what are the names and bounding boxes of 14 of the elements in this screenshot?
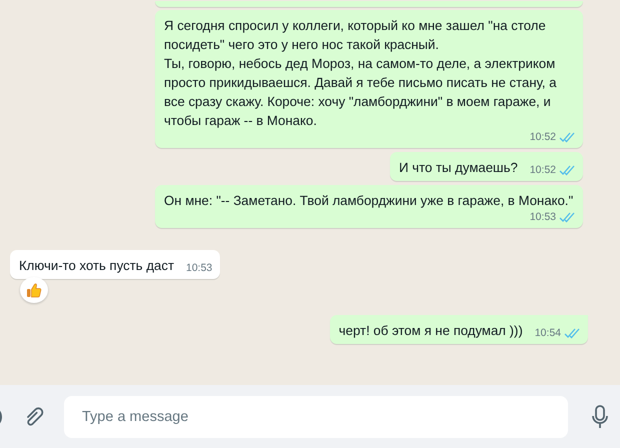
message-time: 10:52 [530, 130, 556, 144]
message-text: И что ты думаешь? [398, 159, 518, 177]
message-time: 10:53 [186, 261, 212, 275]
message-text: черт! об этом я не подумал ))) [338, 322, 523, 340]
thumbs-up-icon [26, 282, 42, 298]
reaction-badge[interactable] [20, 277, 48, 303]
message-time: 10:52 [530, 163, 556, 177]
message-text: Ключи-то хоть пусть даст [19, 257, 174, 275]
message-time: 10:53 [530, 210, 556, 224]
message-field[interactable]: Type a message [64, 396, 568, 438]
message-text: Он мне: "-- Заметано. Твой ламборджини уже в гараже, в Монако." [164, 192, 574, 210]
microphone-icon[interactable] [592, 404, 608, 428]
message-text: Я сегодня спросил у коллеги, который ко мне зашел "на столе посидеть" чего это у него нос такой красный. Ты, говорю, небось дед Мороз, на самом-то деле, а электриком просто прикидываешся. Давай я тебе письмо писать не стану, а все сразу скажу. Короче: хочу "ламборджини" в моем гараже, и чтобы гараж -- в Монако. [164, 17, 558, 130]
message-time: 10:54 [534, 326, 561, 340]
